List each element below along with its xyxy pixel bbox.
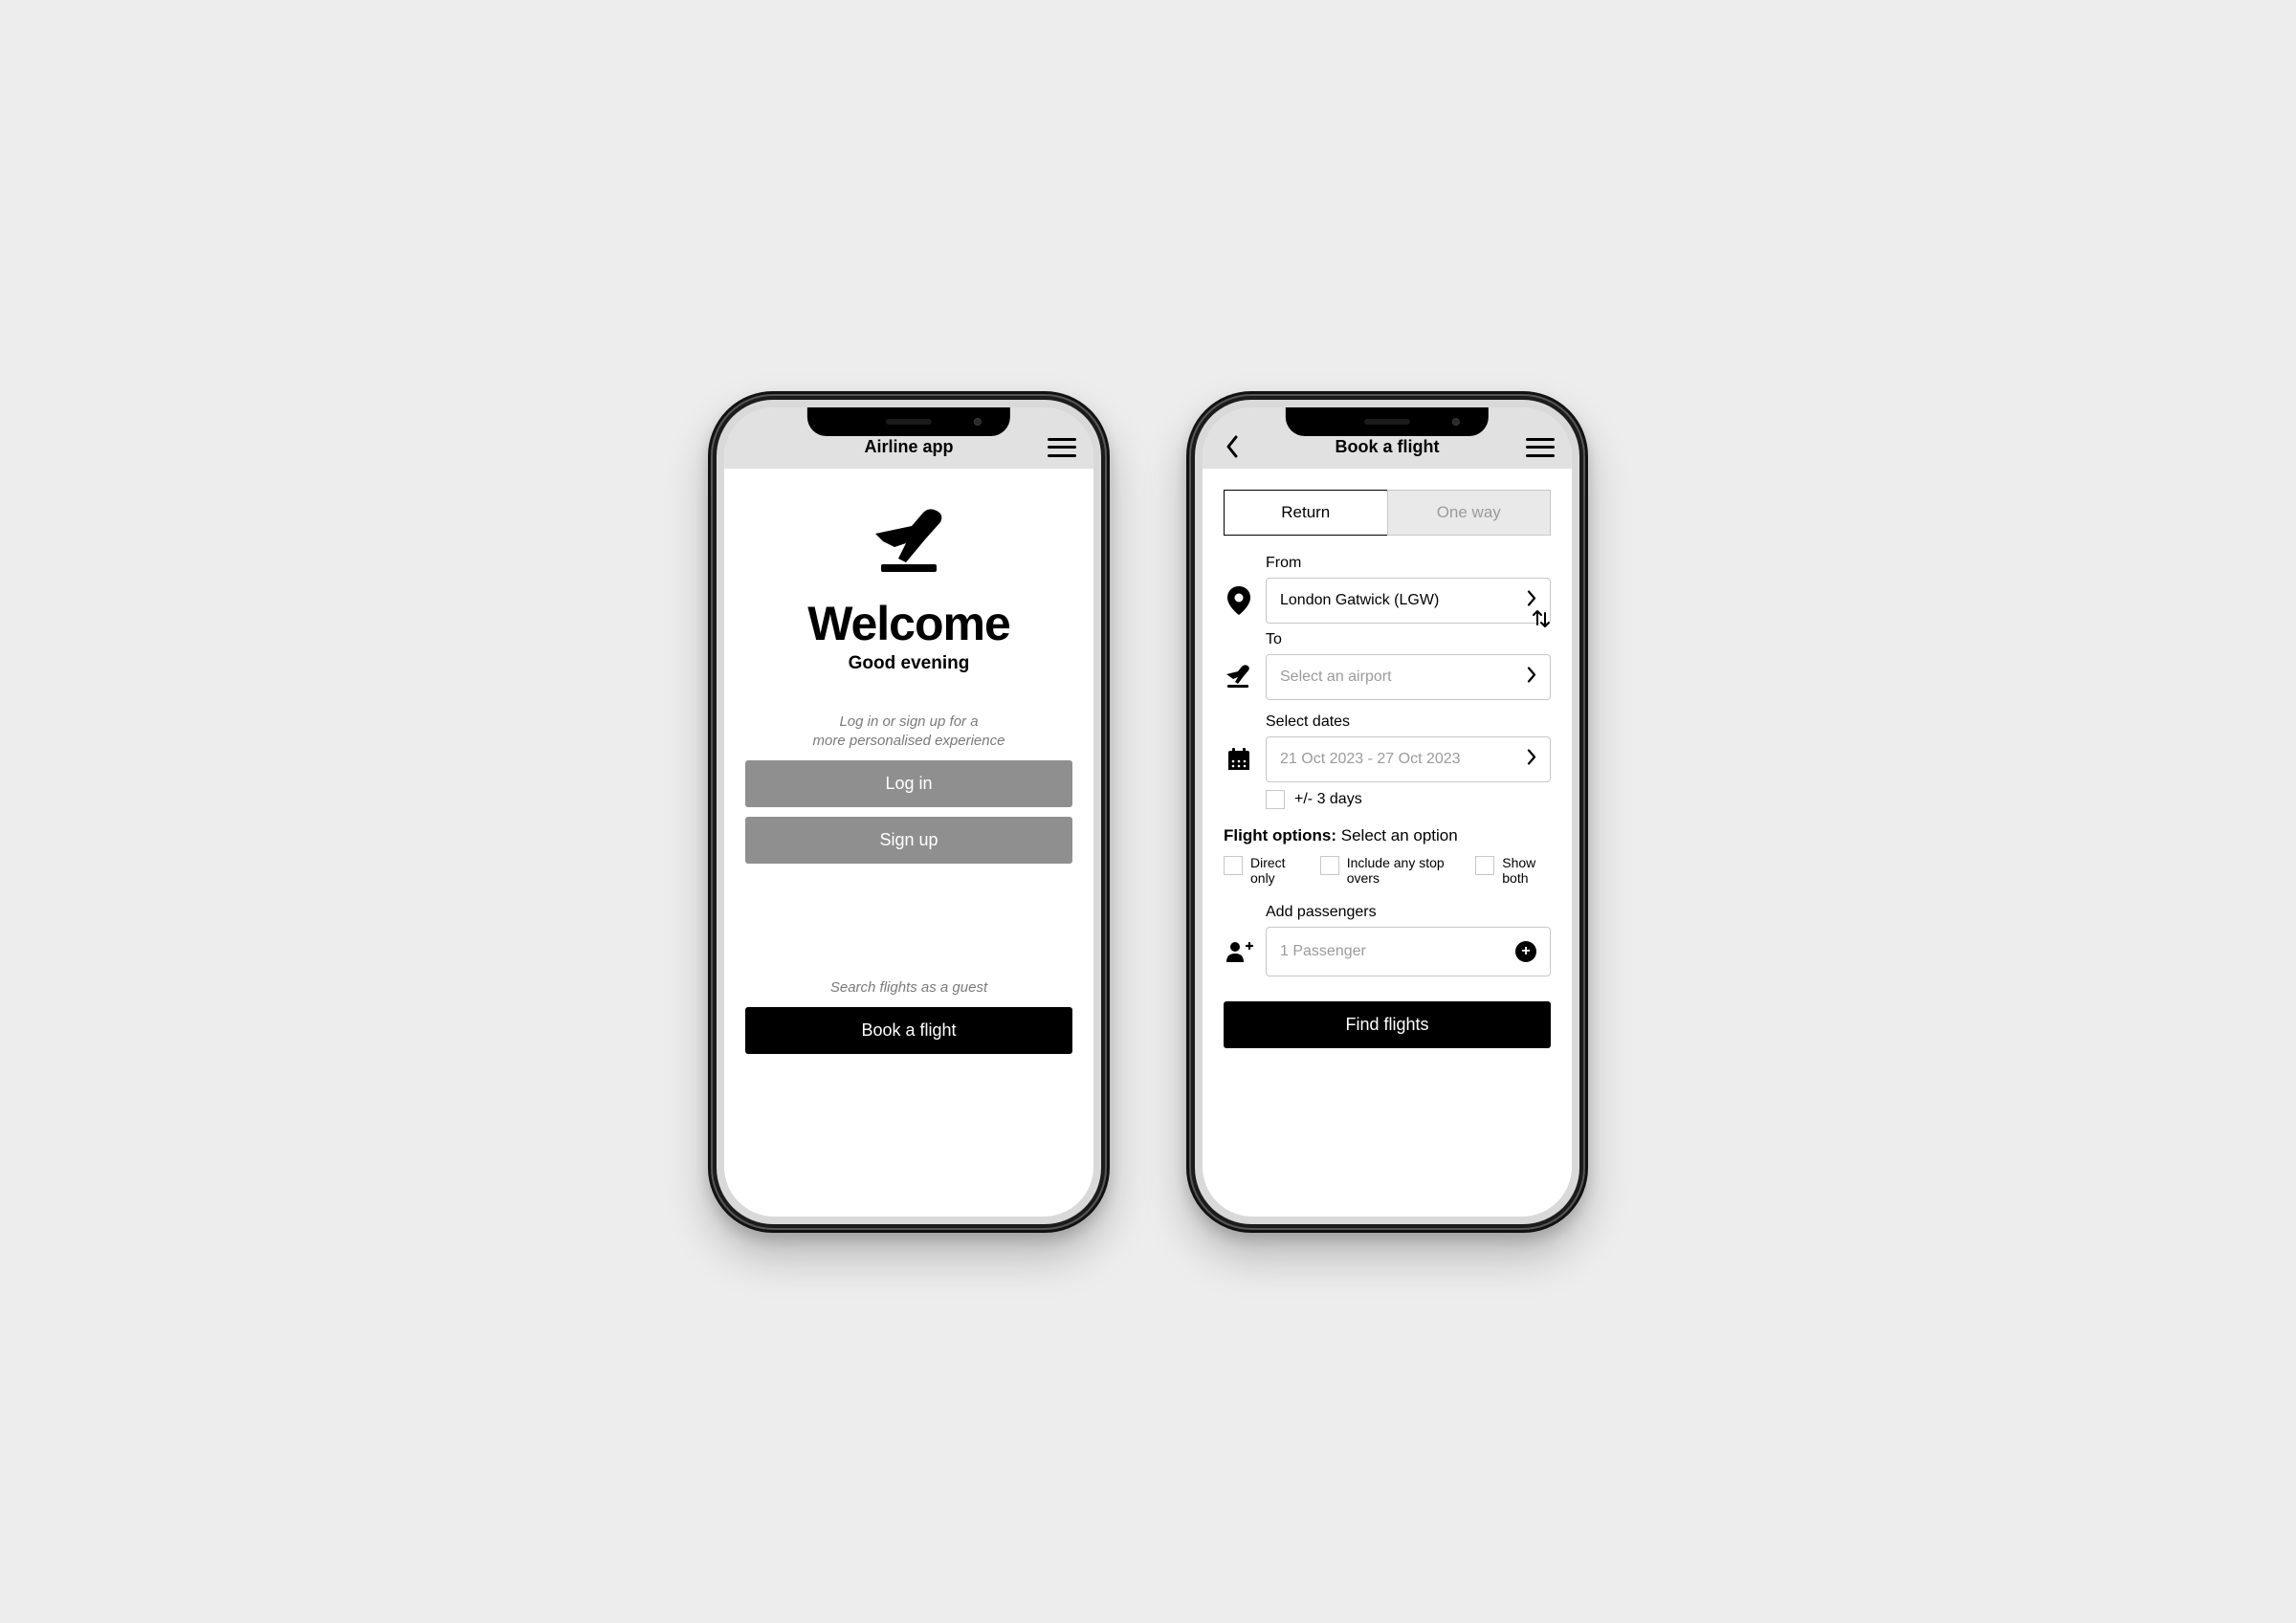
guest-hint: Search flights as a guest	[745, 978, 1072, 998]
back-button[interactable]	[1220, 434, 1245, 459]
flex-dates-checkbox[interactable]	[1266, 790, 1285, 809]
login-button[interactable]: Log in	[745, 760, 1072, 807]
checkbox[interactable]	[1475, 856, 1494, 875]
add-passenger-button[interactable]: +	[1515, 941, 1536, 962]
option-show-both[interactable]: Show both	[1475, 855, 1551, 888]
location-pin-icon	[1224, 586, 1254, 615]
swap-icon[interactable]	[1532, 608, 1551, 634]
tab-one-way[interactable]: One way	[1387, 490, 1552, 536]
calendar-icon	[1224, 747, 1254, 772]
from-value: London Gatwick (LGW)	[1280, 592, 1439, 608]
device-notch	[1286, 407, 1489, 436]
to-input[interactable]: Select an airport	[1266, 654, 1551, 700]
welcome-section: Welcome Good evening Log in or sign up f…	[724, 469, 1093, 1217]
flight-options-row: Direct only Include any stop overs Show …	[1224, 855, 1551, 888]
dates-placeholder: 21 Oct 2023 - 27 Oct 2023	[1280, 751, 1461, 767]
app-title: Book a flight	[1336, 437, 1440, 457]
add-person-icon	[1224, 940, 1254, 963]
device-frame-1: Airline app Welcome Good evening Log in …	[708, 391, 1110, 1233]
menu-icon[interactable]	[1048, 438, 1076, 457]
welcome-subtitle: Good evening	[745, 653, 1072, 674]
screen-welcome: Airline app Welcome Good evening Log in …	[724, 407, 1093, 1217]
chevron-right-icon	[1527, 749, 1536, 769]
find-flights-button[interactable]: Find flights	[1224, 1001, 1551, 1048]
menu-icon[interactable]	[1526, 438, 1555, 457]
option-direct-only[interactable]: Direct only	[1224, 855, 1299, 888]
screen-book-flight: Book a flight Return One way From London…	[1203, 407, 1572, 1217]
passengers-value: 1 Passenger	[1280, 943, 1366, 960]
to-label: To	[1266, 631, 1282, 648]
dates-label: Select dates	[1266, 713, 1551, 731]
book-flight-button[interactable]: Book a flight	[745, 1007, 1072, 1054]
passengers-label: Add passengers	[1266, 904, 1551, 921]
plane-takeoff-icon	[1224, 665, 1254, 690]
app-title: Airline app	[864, 437, 953, 457]
dates-input[interactable]: 21 Oct 2023 - 27 Oct 2023	[1266, 736, 1551, 782]
checkbox[interactable]	[1320, 856, 1339, 875]
signup-button[interactable]: Sign up	[745, 817, 1072, 864]
flex-dates-label: +/- 3 days	[1294, 791, 1362, 808]
from-label: From	[1266, 555, 1551, 572]
plane-takeoff-icon	[745, 505, 1072, 586]
flight-options-heading: Flight options: Select an option	[1224, 826, 1551, 845]
tab-return[interactable]: Return	[1224, 490, 1387, 536]
option-include-stopovers[interactable]: Include any stop overs	[1320, 855, 1455, 888]
chevron-right-icon	[1527, 667, 1536, 687]
welcome-heading: Welcome	[745, 596, 1072, 651]
passengers-input[interactable]: 1 Passenger +	[1266, 927, 1551, 976]
checkbox[interactable]	[1224, 856, 1243, 875]
device-notch	[807, 407, 1010, 436]
trip-type-segmented: Return One way	[1224, 490, 1551, 536]
to-placeholder: Select an airport	[1280, 669, 1392, 685]
from-input[interactable]: London Gatwick (LGW)	[1266, 578, 1551, 624]
auth-hint: Log in or sign up for a more personalise…	[745, 713, 1072, 752]
device-frame-2: Book a flight Return One way From London…	[1186, 391, 1588, 1233]
booking-form: Return One way From London Gatwick (LGW)…	[1203, 469, 1572, 1217]
